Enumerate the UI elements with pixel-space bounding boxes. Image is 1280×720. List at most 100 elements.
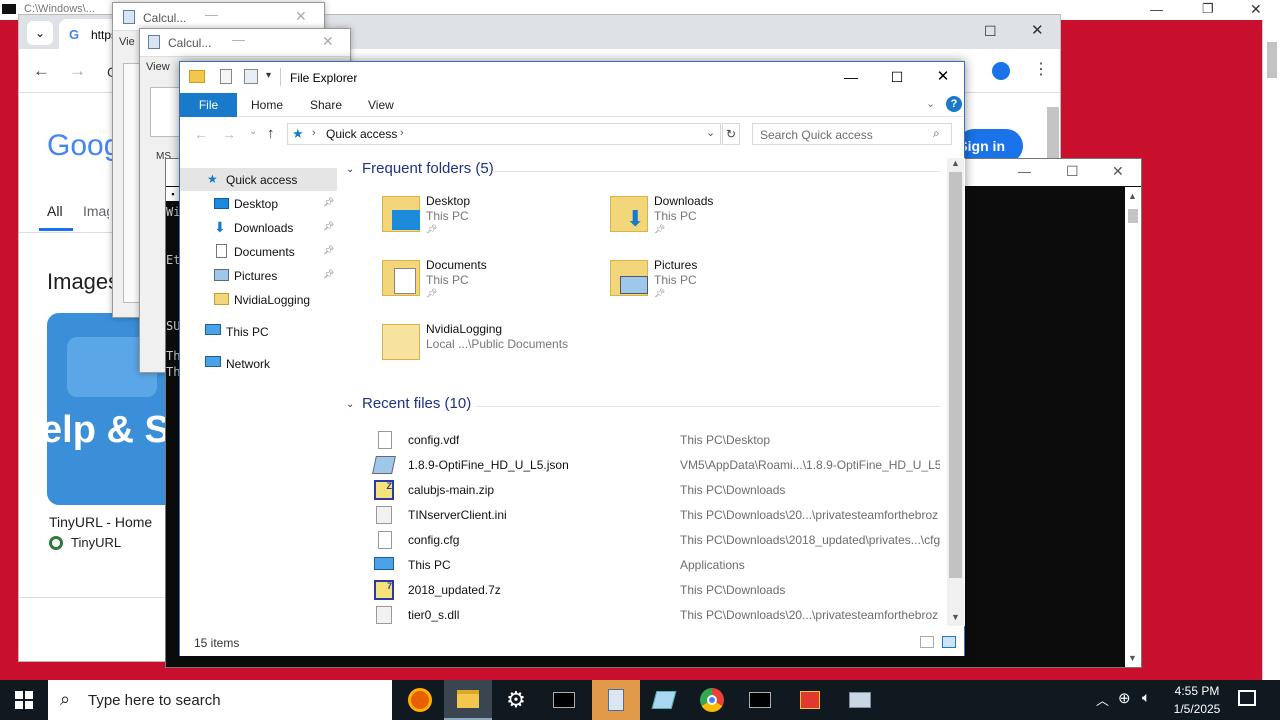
close-icon[interactable]: ✕ xyxy=(1250,1,1262,18)
large-icons-view-icon[interactable] xyxy=(942,636,956,648)
clock-time[interactable]: 4:55 PM xyxy=(1172,684,1222,698)
minimize-icon[interactable]: — xyxy=(1018,164,1031,179)
nav-item-network[interactable]: Network xyxy=(226,353,270,375)
forward-arrow-icon[interactable]: → xyxy=(222,126,236,142)
recent-file-row[interactable]: config.cfg This PC\Downloads\2018_update… xyxy=(340,528,950,553)
restore-icon[interactable]: ☐ xyxy=(984,23,997,40)
forward-arrow-icon[interactable]: → xyxy=(69,61,86,81)
address-quick-access[interactable]: Quick access xyxy=(326,127,397,141)
collapse-chevron-icon[interactable]: ⌄ xyxy=(346,399,354,410)
network-globe-icon[interactable]: ⊕ xyxy=(1118,689,1131,707)
scroll-down-icon[interactable]: ▼ xyxy=(1128,653,1137,663)
scroll-down-icon[interactable]: ▼ xyxy=(951,612,960,622)
remote-desktop-icon[interactable] xyxy=(836,680,884,720)
nav-item-this-pc[interactable]: This PC xyxy=(226,321,269,343)
notepad-taskbar-icon[interactable] xyxy=(640,680,688,720)
close-icon[interactable]: ✕ xyxy=(920,62,966,92)
calculator-menu-view[interactable]: View xyxy=(146,61,170,73)
details-view-icon[interactable] xyxy=(920,636,934,648)
scroll-up-icon[interactable]: ▲ xyxy=(951,158,960,168)
scrollbar-thumb[interactable] xyxy=(1128,209,1138,223)
nav-item-documents[interactable]: Documents xyxy=(234,241,295,263)
more-menu-icon[interactable]: ⋮ xyxy=(1033,59,1049,79)
collapse-chevron-icon[interactable]: ⌄ xyxy=(346,164,354,175)
filter-tab-all[interactable]: All xyxy=(47,203,63,219)
minimize-icon[interactable]: — xyxy=(1150,2,1163,17)
task-manager-icon[interactable] xyxy=(786,680,834,720)
filter-tab-images[interactable]: Imag xyxy=(83,203,109,219)
scrollbar-thumb[interactable] xyxy=(949,172,962,578)
expand-ribbon-icon[interactable]: ⌄ xyxy=(926,97,935,110)
terminal-scrollbar[interactable]: ▲ ▼ xyxy=(1125,187,1141,667)
folder-tile-nvidialogging[interactable]: NvidiaLogging Local ...\Public Documents xyxy=(380,320,630,376)
notifications-icon[interactable] xyxy=(1238,690,1256,706)
chrome-taskbar-icon[interactable] xyxy=(688,680,736,720)
taskbar-search-box[interactable]: ⌕ Type here to search xyxy=(48,680,392,720)
recent-locations-icon[interactable]: ⌄ xyxy=(249,126,257,137)
frequent-folders-header[interactable]: Frequent folders (5) xyxy=(362,160,494,177)
tab-search-icon[interactable]: ⌄ xyxy=(27,21,53,45)
nav-item-nvidialogging[interactable]: NvidiaLogging xyxy=(234,289,310,311)
ribbon-tab-view[interactable]: View xyxy=(368,93,394,117)
result-title[interactable]: TinyURL - Home xyxy=(49,514,152,530)
firefox-icon[interactable] xyxy=(396,680,444,720)
volume-muted-icon[interactable]: 🔈︎ xyxy=(1142,689,1150,706)
back-arrow-icon[interactable]: ← xyxy=(33,61,50,81)
search-icon[interactable]: ⌕ xyxy=(933,126,940,141)
file-explorer-window[interactable]: ▾ File Explorer — ☐ ✕ File Home Share Vi… xyxy=(179,61,965,656)
pin-icon[interactable]: 📌︎ xyxy=(323,221,334,232)
recent-file-row[interactable]: This PC Applications xyxy=(340,553,950,578)
minimize-icon[interactable]: — xyxy=(828,62,874,92)
show-hidden-icons-icon[interactable]: ︿ xyxy=(1096,690,1109,709)
nav-item-quick-access[interactable]: Quick access xyxy=(226,169,297,191)
close-icon[interactable]: ✕ xyxy=(1031,21,1044,39)
folder-tile-desktop[interactable]: Desktop This PC 📌︎ xyxy=(380,192,610,248)
folder-tile-documents[interactable]: Documents This PC 📌︎ xyxy=(380,256,610,312)
terminal-taskbar-icon[interactable] xyxy=(540,680,588,720)
result-source[interactable]: TinyURL xyxy=(71,535,121,550)
pin-icon[interactable]: 📌︎ xyxy=(323,245,334,256)
maximize-icon[interactable]: ☐ xyxy=(874,62,920,92)
calculator-taskbar-icon[interactable] xyxy=(592,680,640,720)
up-arrow-icon[interactable]: ↑ xyxy=(267,125,275,142)
minimize-icon[interactable]: — xyxy=(232,32,245,47)
back-arrow-icon[interactable]: ← xyxy=(194,126,208,142)
breadcrumb-chevron-icon[interactable]: › xyxy=(312,127,316,139)
close-icon[interactable]: ✕ xyxy=(1112,163,1124,180)
nav-item-downloads[interactable]: Downloads xyxy=(234,217,293,239)
calculator-menu-view[interactable]: Vie xyxy=(119,36,135,48)
recent-file-row[interactable]: tier0_s.dll This PC\Downloads\20...\priv… xyxy=(340,603,950,628)
breadcrumb-chevron-icon[interactable]: › xyxy=(400,127,404,139)
restore-icon[interactable]: ❐ xyxy=(1202,1,1214,17)
settings-gear-icon[interactable]: ⚙ xyxy=(492,680,540,720)
ribbon-tab-share[interactable]: Share xyxy=(310,93,342,117)
search-box[interactable]: Search Quick access ⌕ xyxy=(752,123,952,145)
ribbon-tab-file[interactable]: File xyxy=(180,93,237,117)
nav-item-desktop[interactable]: Desktop xyxy=(234,193,278,215)
properties-icon[interactable] xyxy=(220,69,232,84)
folder-tile-downloads[interactable]: ⬇ Downloads This PC 📌︎ xyxy=(608,192,838,248)
recent-files-header[interactable]: Recent files (10) xyxy=(362,395,471,412)
address-dropdown-icon[interactable]: ⌄ xyxy=(706,126,715,139)
google-logo[interactable]: Goog xyxy=(47,129,120,163)
ribbon-tab-home[interactable]: Home xyxy=(251,93,283,117)
nav-item-pictures[interactable]: Pictures xyxy=(234,265,277,287)
folder-tile-pictures[interactable]: Pictures This PC 📌︎ xyxy=(608,256,838,312)
new-folder-icon[interactable] xyxy=(244,69,258,84)
clock-date[interactable]: 1/5/2025 xyxy=(1168,702,1226,716)
close-icon[interactable]: ✕ xyxy=(322,33,334,50)
address-bar[interactable]: ★ › Quick access › ⌄ xyxy=(287,123,721,145)
pin-icon[interactable]: 📌︎ xyxy=(323,269,334,280)
background-scrollbar[interactable] xyxy=(1262,20,1280,680)
scrollbar-thumb[interactable] xyxy=(1267,42,1277,78)
profile-avatar-icon[interactable] xyxy=(992,62,1010,80)
refresh-icon[interactable]: ↻ xyxy=(722,123,740,145)
file-explorer-taskbar-icon[interactable] xyxy=(444,680,492,720)
scroll-up-icon[interactable]: ▲ xyxy=(1128,191,1137,201)
recent-file-row[interactable]: 1.8.9-OptiFine_HD_U_L5.json VM5\AppData\… xyxy=(340,453,950,478)
content-scrollbar[interactable]: ▲ ▼ xyxy=(947,158,964,626)
cmd-taskbar-icon[interactable] xyxy=(736,680,784,720)
recent-file-row[interactable]: TINserverClient.ini This PC\Downloads\20… xyxy=(340,503,950,528)
start-button[interactable] xyxy=(0,680,48,720)
recent-file-row[interactable]: config.vdf This PC\Desktop xyxy=(340,428,950,453)
